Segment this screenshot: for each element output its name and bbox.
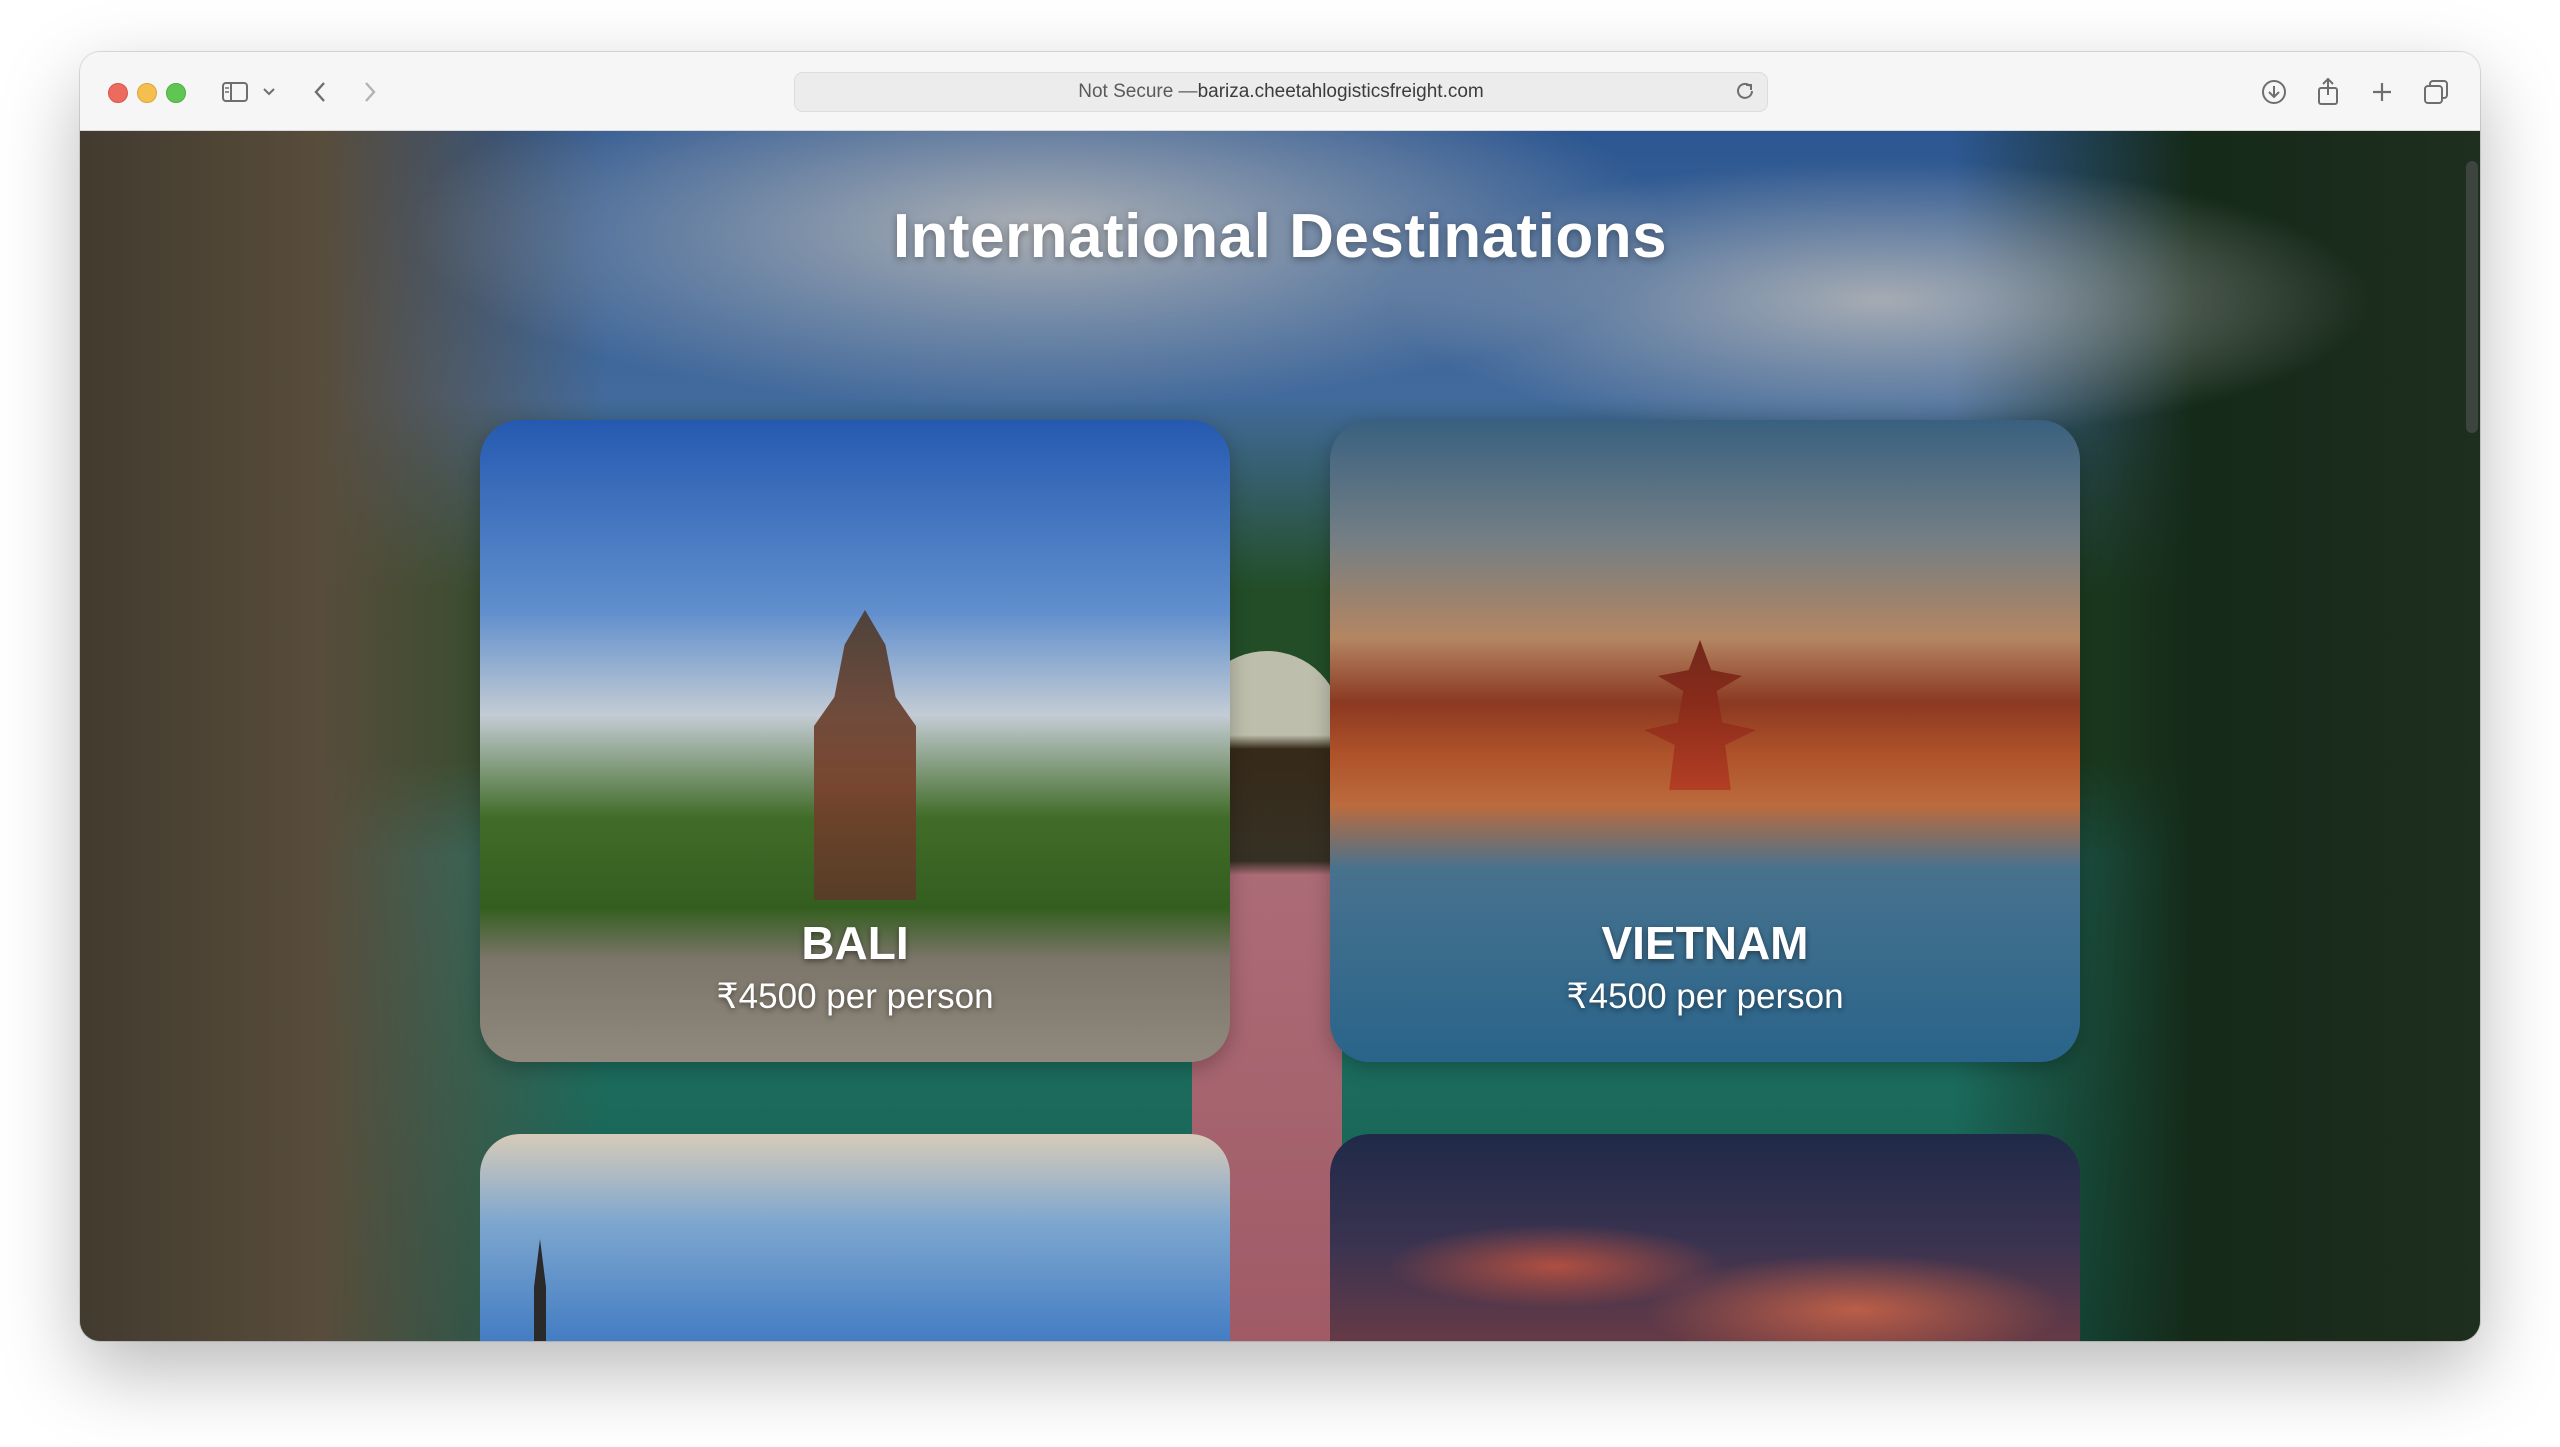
bali-temple-image: [814, 610, 916, 900]
download-icon[interactable]: [2258, 76, 2290, 108]
browser-toolbar: Not Secure — bariza.cheetahlogisticsfrei…: [80, 52, 2480, 131]
chevron-down-icon[interactable]: [260, 76, 278, 108]
page-viewport: International Destinations BALI ₹4500 pe…: [80, 131, 2480, 1341]
destination-card-vietnam[interactable]: VIETNAM ₹4500 per person: [1330, 420, 2080, 1062]
page-title: International Destinations: [892, 202, 1668, 271]
tab-overview-icon[interactable]: [2420, 76, 2452, 108]
minimize-window-button[interactable]: [137, 83, 157, 103]
new-tab-icon[interactable]: [2366, 76, 2398, 108]
address-bar[interactable]: Not Secure — bariza.cheetahlogisticsfrei…: [794, 72, 1768, 112]
back-arrow-icon[interactable]: [308, 76, 332, 108]
destination-name: VIETNAM: [1601, 917, 1809, 969]
browser-window: Not Secure — bariza.cheetahlogisticsfrei…: [80, 52, 2480, 1341]
sidebar-toggle-icon[interactable]: [218, 76, 252, 108]
vertical-scrollbar[interactable]: [2466, 161, 2478, 433]
tower-spire-image: [534, 1239, 546, 1341]
close-window-button[interactable]: [108, 83, 128, 103]
maximize-window-button[interactable]: [166, 83, 186, 103]
destination-card-partial[interactable]: [1330, 1134, 2080, 1341]
destination-price: ₹4500 per person: [1566, 977, 1844, 1016]
security-status: Not Secure —: [1078, 81, 1198, 102]
reload-icon[interactable]: [1735, 81, 1755, 107]
destination-price: ₹4500 per person: [716, 977, 994, 1016]
forward-arrow-icon[interactable]: [358, 76, 382, 108]
destination-name: BALI: [801, 917, 909, 969]
destination-card-bali[interactable]: BALI ₹4500 per person: [480, 420, 1230, 1062]
share-icon[interactable]: [2312, 76, 2344, 108]
destination-card-partial[interactable]: [480, 1134, 1230, 1341]
page-url: bariza.cheetahlogisticsfreight.com: [1197, 81, 1484, 102]
vietnam-pagoda-image: [1644, 640, 1756, 790]
